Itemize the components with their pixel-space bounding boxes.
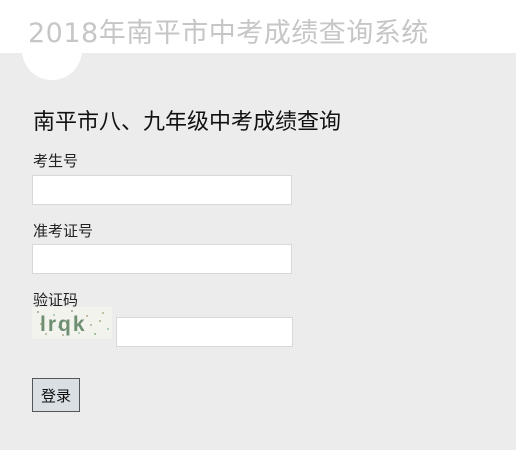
exam-number-input[interactable]: [32, 175, 292, 205]
captcha-image[interactable]: lrqk: [32, 307, 112, 339]
site-title: 2018年南平市中考成绩查询系统: [28, 18, 429, 49]
exam-number-label: 考生号: [33, 152, 79, 170]
page: 2018年南平市中考成绩查询系统 南平市八、九年级中考成绩查询 考生号 准考证号…: [0, 0, 516, 450]
captcha-input[interactable]: [116, 317, 293, 347]
login-button[interactable]: 登录: [32, 378, 80, 412]
admission-ticket-input[interactable]: [32, 244, 292, 274]
captcha-text: lrqk: [40, 313, 87, 336]
admission-ticket-label: 准考证号: [33, 222, 94, 240]
captcha-noise: lrqk: [32, 307, 112, 339]
form-heading: 南平市八、九年级中考成绩查询: [33, 110, 342, 135]
